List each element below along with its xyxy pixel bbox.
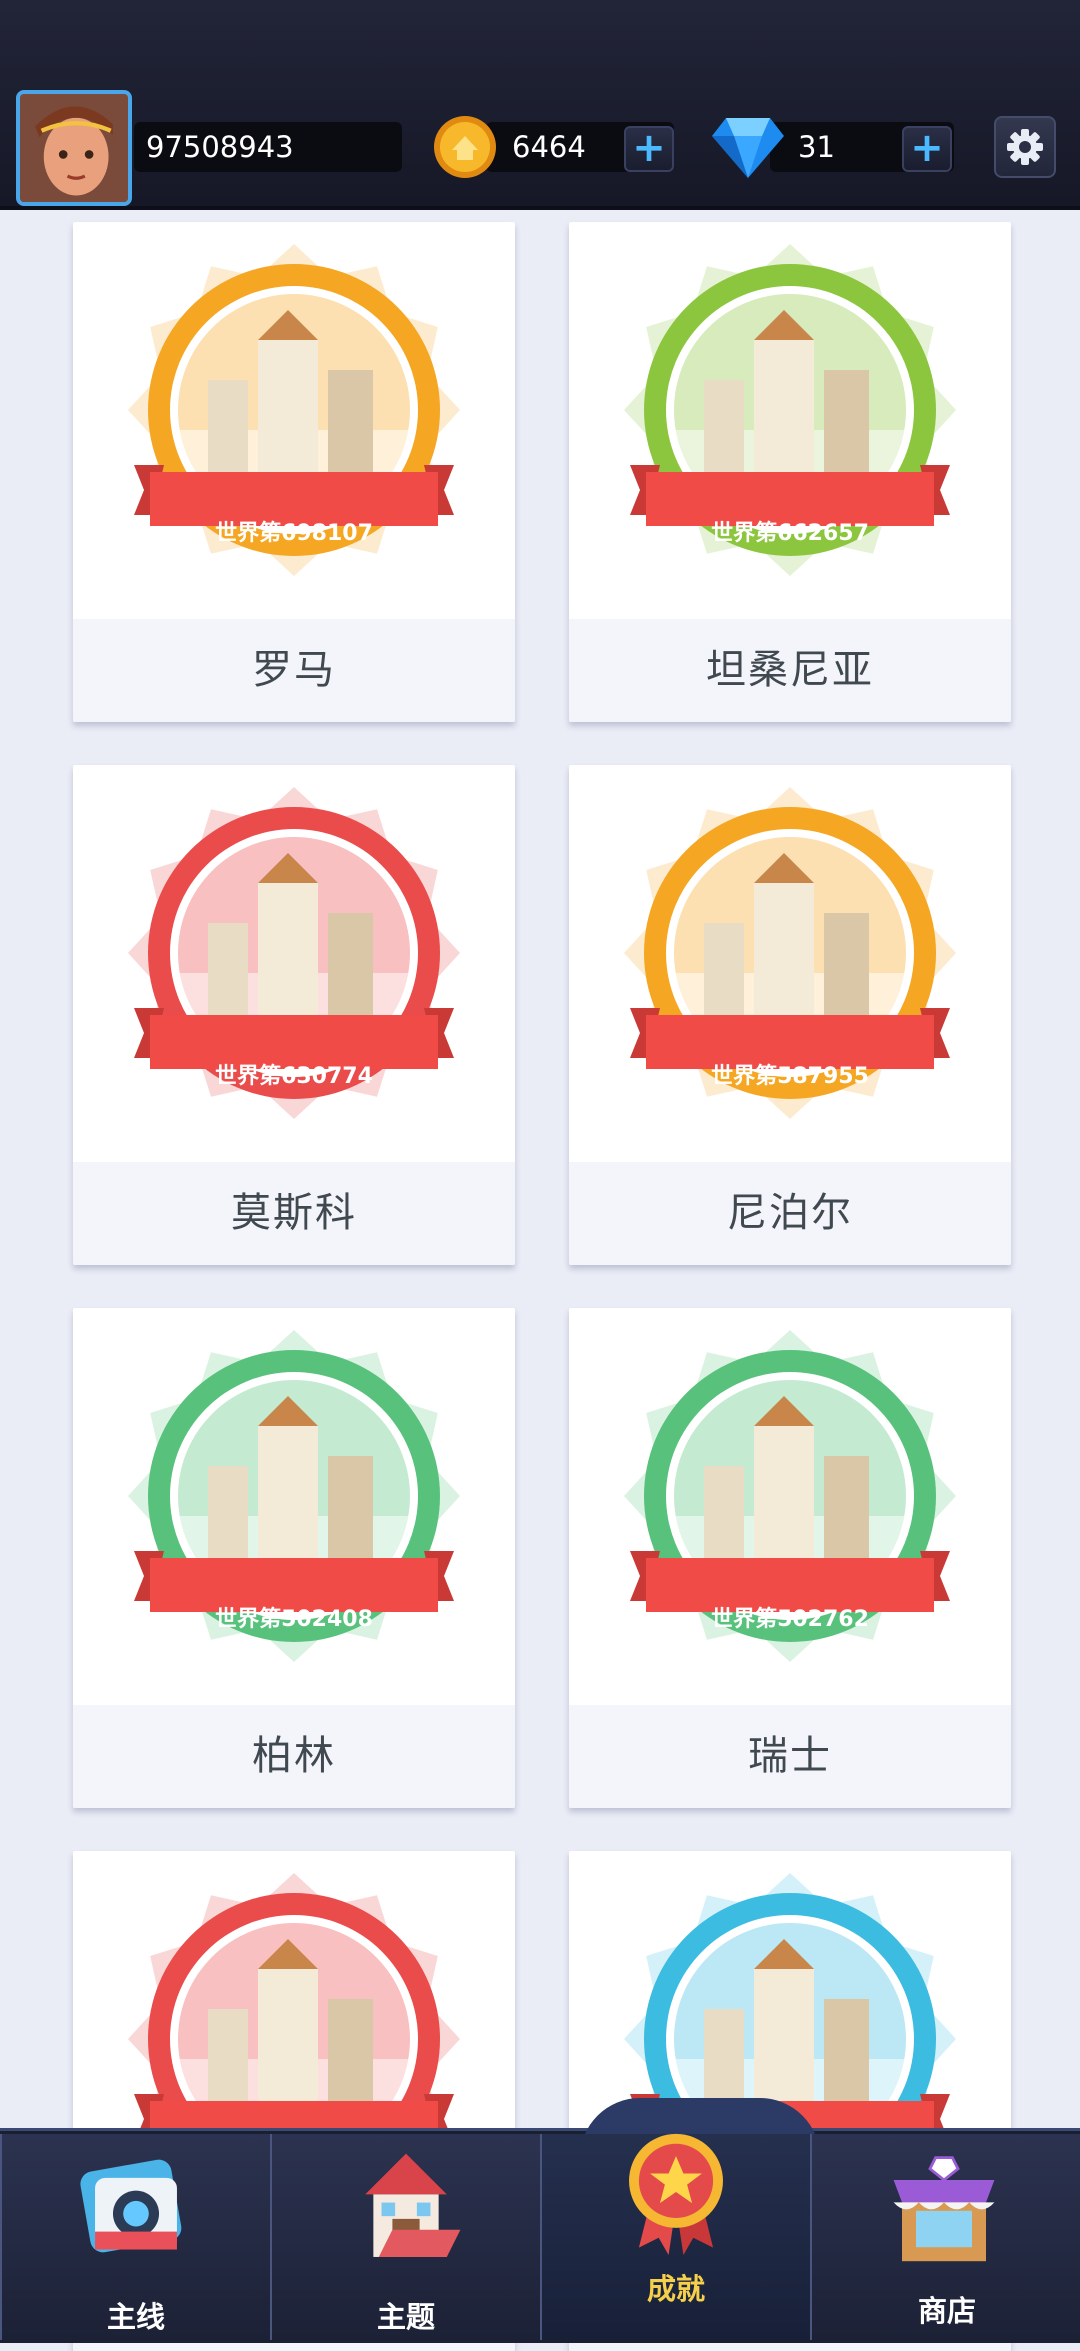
player-avatar[interactable] [16,90,132,206]
gem-count: 31 [798,130,835,164]
coin-count: 6464 [512,130,586,164]
achievement-name: 尼泊尔 [727,1190,853,1236]
camera-icon [80,2159,182,2253]
achievement-name: 瑞士 [748,1733,832,1779]
achievement-card[interactable]: 世界第502408 柏林 [73,1308,515,1808]
top-status-bar: 97508943 6464 + 31 + [0,0,1080,210]
settings-button[interactable] [994,116,1056,178]
nav-main[interactable]: 主线 [0,2134,272,2340]
achievement-name: 莫斯科 [231,1190,357,1236]
world-rank-label: 世界第502408 [215,1607,373,1632]
player-id-box: 97508943 [134,122,402,172]
nav-shop[interactable]: 商店 [810,2134,1080,2340]
achievement-card[interactable]: 世界第630774 莫斯科 [73,765,515,1265]
world-rank-label: 世界第587955 [711,1064,869,1089]
nav-theme-label: 主题 [376,2300,435,2334]
achievement-card[interactable]: 世界第698107 罗马 [73,222,515,722]
shop-icon [893,2156,995,2262]
nav-theme[interactable]: 主题 [270,2134,542,2340]
add-gems-button[interactable]: + [902,126,952,172]
world-rank-label: 世界第630774 [215,1064,373,1089]
house-icon [365,2153,461,2257]
world-rank-label: 世界第502762 [711,1607,869,1632]
avatar-icon [20,94,128,202]
player-id: 97508943 [146,130,294,164]
nav-main-label: 主线 [106,2300,165,2334]
world-rank-label: 世界第662657 [711,521,869,546]
plus-icon: + [632,125,666,171]
gold-coin-icon [434,116,496,178]
achievement-card[interactable]: 世界第502762 瑞士 [569,1308,1011,1808]
achievement-card[interactable]: 世界第587955 尼泊尔 [569,765,1011,1265]
add-coins-button[interactable]: + [624,126,674,172]
achievement-name: 坦桑尼亚 [706,647,874,693]
medal-icon [629,2133,723,2256]
achievement-card[interactable]: 世界第662657 坦桑尼亚 [569,222,1011,722]
gem-counter: 31 + [770,122,954,172]
nav-achievements-label: 成就 [646,2272,705,2306]
nav-shop-label: 商店 [917,2294,976,2328]
gear-icon [1007,129,1043,165]
coin-counter: 6464 + [486,122,674,172]
achievement-name: 柏林 [252,1733,336,1779]
plus-icon: + [910,125,944,171]
world-rank-label: 世界第698107 [215,521,373,546]
blue-diamond-icon [712,118,784,178]
nav-achievements[interactable]: 成就 [540,2133,812,2340]
achievement-name: 罗马 [252,647,336,693]
